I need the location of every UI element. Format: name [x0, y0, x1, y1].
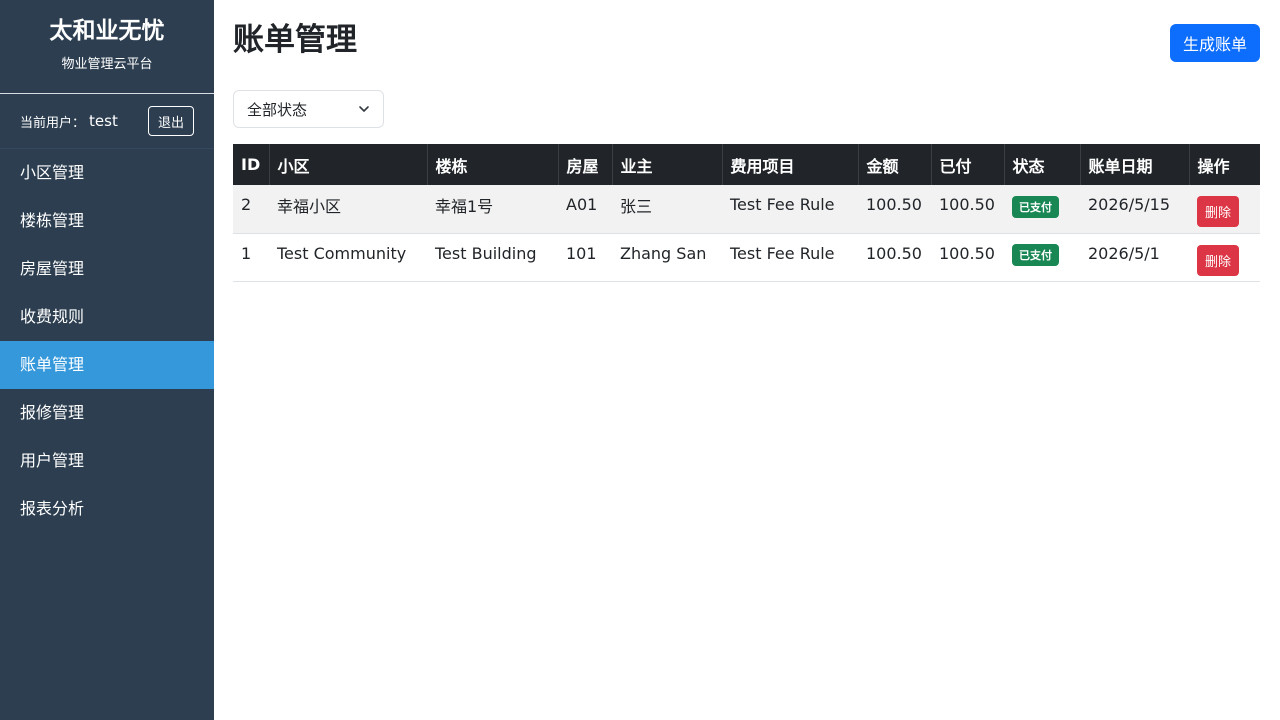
column-header-building: 楼栋 — [426, 144, 558, 185]
table-row: 1 Test Community Test Building 101 Zhang… — [233, 233, 1260, 282]
cell-id: 1 — [233, 233, 269, 282]
logout-button[interactable]: 退出 — [148, 106, 194, 136]
cell-building-text: Test Building — [435, 243, 537, 263]
cell-building: Test Building — [427, 233, 558, 282]
cell-id: 2 — [233, 185, 269, 234]
cell-house-text: 101 — [566, 243, 597, 263]
column-header-house: 房屋 — [557, 144, 612, 185]
page-header: 账单管理 生成账单 — [233, 0, 1260, 88]
cell-amount: 100.50 — [858, 185, 931, 234]
cell-actions: 删除 — [1189, 233, 1260, 282]
cell-paid-text: 100.50 — [939, 243, 995, 263]
cell-owner: Zhang San — [612, 233, 722, 282]
table-body: 2 幸福小区 幸福1号 A01 张三 Test Fee Rule 100.50 … — [233, 185, 1260, 282]
cell-fee-item-text: Test Fee Rule — [730, 195, 835, 215]
cell-date: 2026/5/15 — [1080, 185, 1189, 234]
column-header-id: ID — [241, 155, 261, 174]
table-header: ID 小区 楼栋 房屋 业主 费用项目 金额 已付 状态 账单日期 操作 — [233, 144, 1260, 185]
status-filter-value: 全部状态 — [247, 100, 308, 119]
column-header-paid: 已付 — [930, 144, 1004, 185]
sidebar-item-repairs[interactable]: 报修管理 — [0, 389, 214, 437]
sidebar-item-community[interactable]: 小区管理 — [0, 149, 214, 197]
cell-building: 幸福1号 — [427, 185, 558, 234]
main-content: 账单管理 生成账单 全部状态 ID 小区 楼栋 房屋 业主 费用项目 金额 已付 — [214, 0, 1280, 720]
cell-actions: 删除 — [1189, 185, 1260, 234]
status-badge: 已支付 — [1012, 244, 1059, 266]
column-header-bill-date: 账单日期 — [1079, 144, 1189, 185]
cell-fee-item: Test Fee Rule — [722, 185, 858, 234]
sidebar-item-house[interactable]: 房屋管理 — [0, 245, 214, 293]
cell-house: 101 — [558, 233, 612, 282]
cell-owner: 张三 — [612, 185, 722, 234]
column-header-actions: 操作 — [1188, 144, 1260, 185]
cell-amount-text: 100.50 — [866, 243, 922, 263]
current-user-row: 当前用户： test 退出 — [0, 94, 214, 149]
sidebar-item-reports[interactable]: 报表分析 — [0, 485, 214, 533]
cell-amount-text: 100.50 — [866, 195, 922, 215]
cell-status: 已支付 — [1004, 185, 1080, 234]
current-user-label: 当前用户： — [20, 115, 86, 131]
bills-table: ID 小区 楼栋 房屋 业主 费用项目 金额 已付 状态 账单日期 操作 2 幸… — [233, 144, 1260, 282]
status-badge: 已支付 — [1012, 195, 1059, 218]
cell-house-text: A01 — [566, 195, 598, 215]
cell-paid: 100.50 — [931, 233, 1004, 282]
brand: 太和业无忧 物业管理云平台 — [0, 0, 214, 94]
sidebar: 太和业无忧 物业管理云平台 当前用户： test 退出 小区管理 楼栋管理 房屋… — [0, 0, 214, 720]
cell-date-text: 2026/5/1 — [1088, 243, 1160, 263]
table-row: 2 幸福小区 幸福1号 A01 张三 Test Fee Rule 100.50 … — [233, 185, 1260, 234]
table-header-row: ID 小区 楼栋 房屋 业主 费用项目 金额 已付 状态 账单日期 操作 — [233, 144, 1260, 185]
column-header-amount: 金额 — [857, 144, 931, 185]
cell-owner-text: Zhang San — [620, 243, 707, 263]
generate-bill-button[interactable]: 生成账单 — [1169, 24, 1260, 62]
cell-house: A01 — [558, 185, 612, 234]
cell-date-text: 2026/5/15 — [1088, 195, 1171, 215]
sidebar-item-building[interactable]: 楼栋管理 — [0, 197, 214, 245]
cell-community-text: Test Community — [277, 243, 407, 263]
cell-id-text: 1 — [241, 243, 252, 263]
cell-fee-item: Test Fee Rule — [722, 233, 858, 282]
sidebar-item-users[interactable]: 用户管理 — [0, 437, 214, 485]
cell-owner-text: 张三 — [620, 196, 653, 216]
column-header-fee-item: 费用项目 — [721, 144, 858, 185]
cell-community-text: 幸福小区 — [277, 196, 342, 216]
cell-date: 2026/5/1 — [1080, 233, 1189, 282]
cell-paid: 100.50 — [931, 185, 1004, 234]
column-header-owner: 业主 — [611, 144, 722, 185]
cell-id-text: 2 — [241, 195, 252, 215]
current-user-name: test — [89, 112, 118, 130]
brand-title: 太和业无忧 — [49, 18, 165, 44]
status-filter-select[interactable]: 全部状态 — [233, 90, 384, 128]
delete-bill-button[interactable]: 删除 — [1197, 244, 1240, 276]
sidebar-item-fee-rules[interactable]: 收费规则 — [0, 293, 214, 341]
cell-fee-item-text: Test Fee Rule — [730, 243, 835, 263]
cell-community: Test Community — [269, 233, 427, 282]
page-title: 账单管理 — [233, 22, 357, 58]
cell-status: 已支付 — [1004, 233, 1080, 282]
chevron-down-icon — [359, 106, 369, 112]
delete-bill-button[interactable]: 删除 — [1197, 196, 1240, 228]
cell-amount: 100.50 — [858, 233, 931, 282]
sidebar-item-bills[interactable]: 账单管理 — [0, 341, 214, 389]
column-header-community: 小区 — [268, 144, 427, 185]
sidebar-nav: 小区管理 楼栋管理 房屋管理 收费规则 账单管理 报修管理 用户管理 报表分析 — [0, 149, 214, 533]
column-header-status: 状态 — [1003, 144, 1080, 185]
cell-building-text: 幸福1号 — [435, 196, 494, 216]
app-root: 太和业无忧 物业管理云平台 当前用户： test 退出 小区管理 楼栋管理 房屋… — [0, 0, 1280, 720]
cell-community: 幸福小区 — [269, 185, 427, 234]
cell-paid-text: 100.50 — [939, 195, 995, 215]
brand-subtitle: 物业管理云平台 — [61, 57, 153, 72]
